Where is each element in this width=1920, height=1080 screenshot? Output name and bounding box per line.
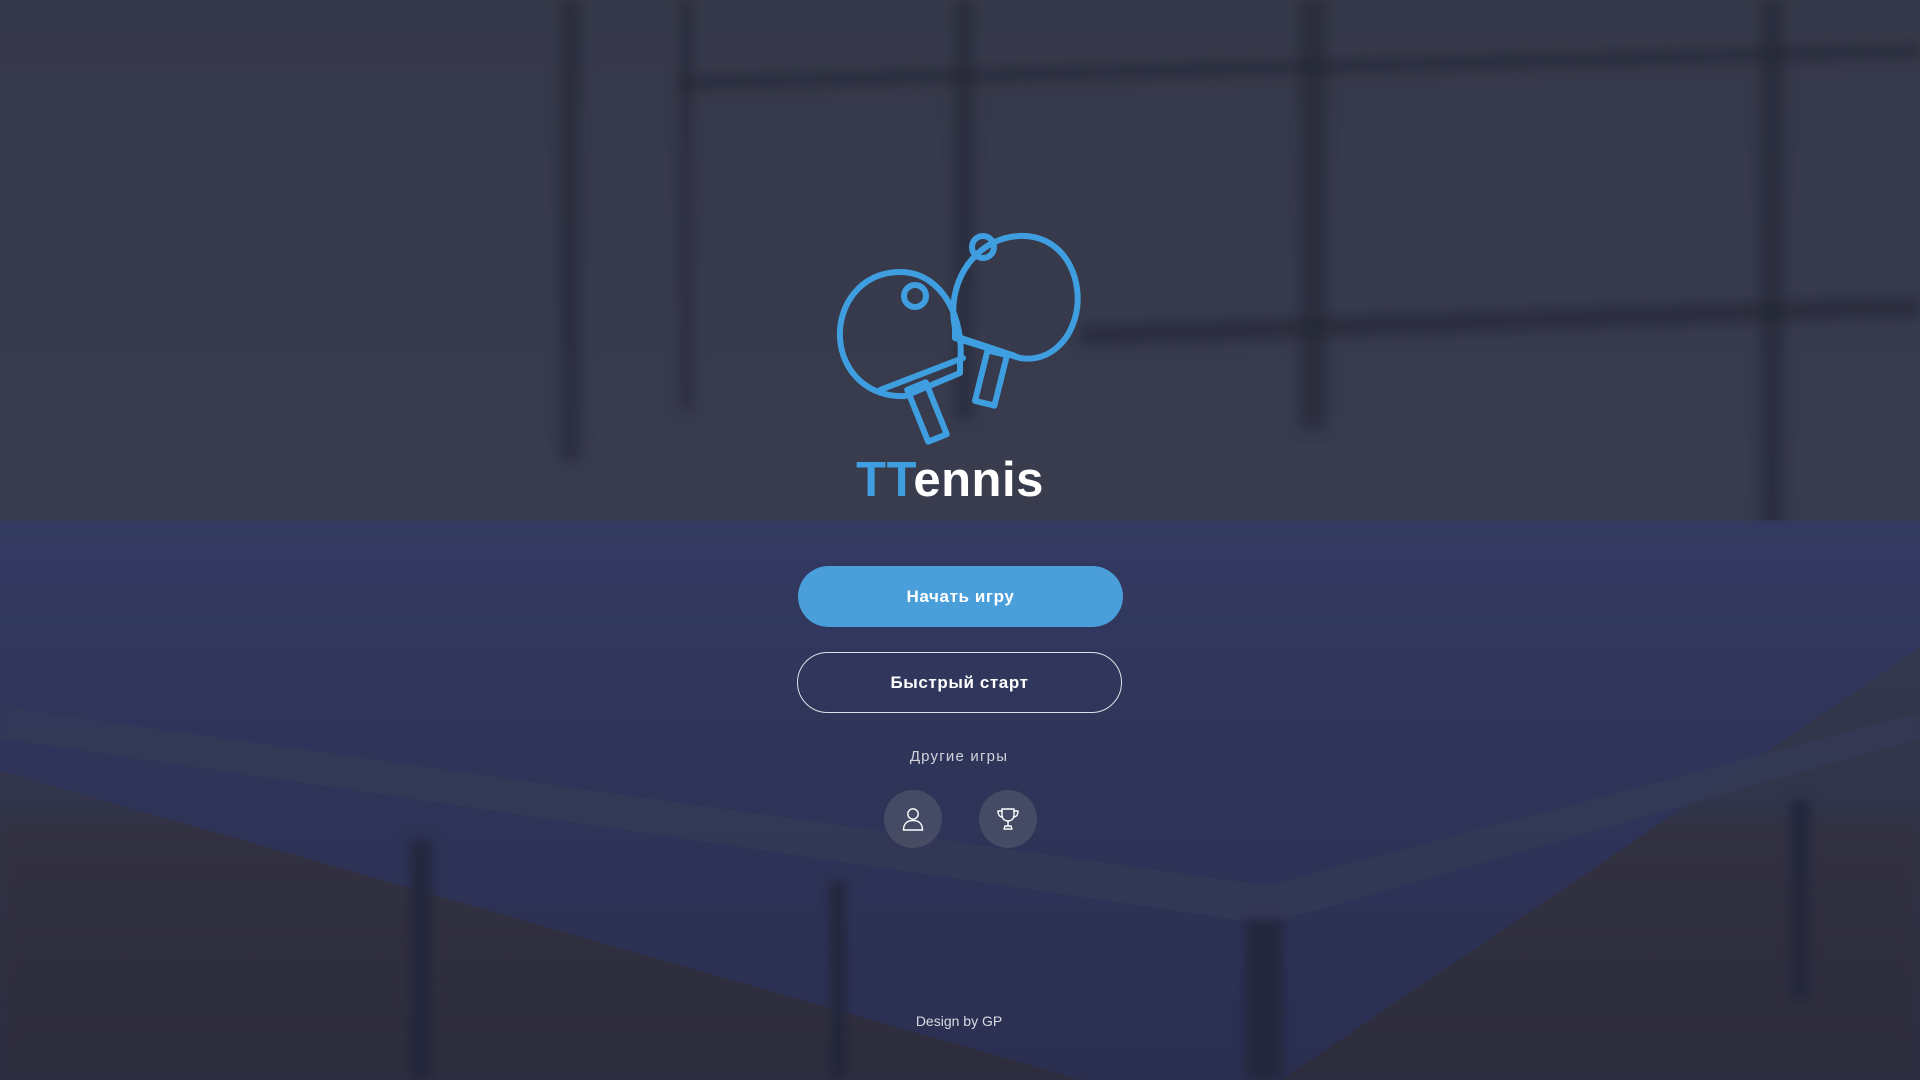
ping-pong-paddles-icon	[836, 232, 1081, 445]
profile-button[interactable]	[884, 790, 942, 848]
trophy-icon	[997, 808, 1019, 830]
app-title-accent: TT	[856, 453, 914, 507]
other-games-label: Другие игры	[909, 748, 1009, 765]
leaderboard-button[interactable]	[979, 790, 1037, 848]
app-title: TTennis	[0, 452, 1900, 508]
main-menu-screen: TTennis Начать игру Быстрый старт Другие…	[0, 0, 1920, 1080]
design-credit: Design by GP	[915, 1013, 1003, 1029]
app-title-rest: ennis	[913, 453, 1044, 507]
menu-content: TTennis Начать игру Быстрый старт Другие…	[0, 0, 1920, 1080]
start-game-button[interactable]: Начать игру	[798, 566, 1123, 627]
user-icon	[902, 808, 924, 831]
quick-start-button[interactable]: Быстрый старт	[797, 652, 1122, 713]
